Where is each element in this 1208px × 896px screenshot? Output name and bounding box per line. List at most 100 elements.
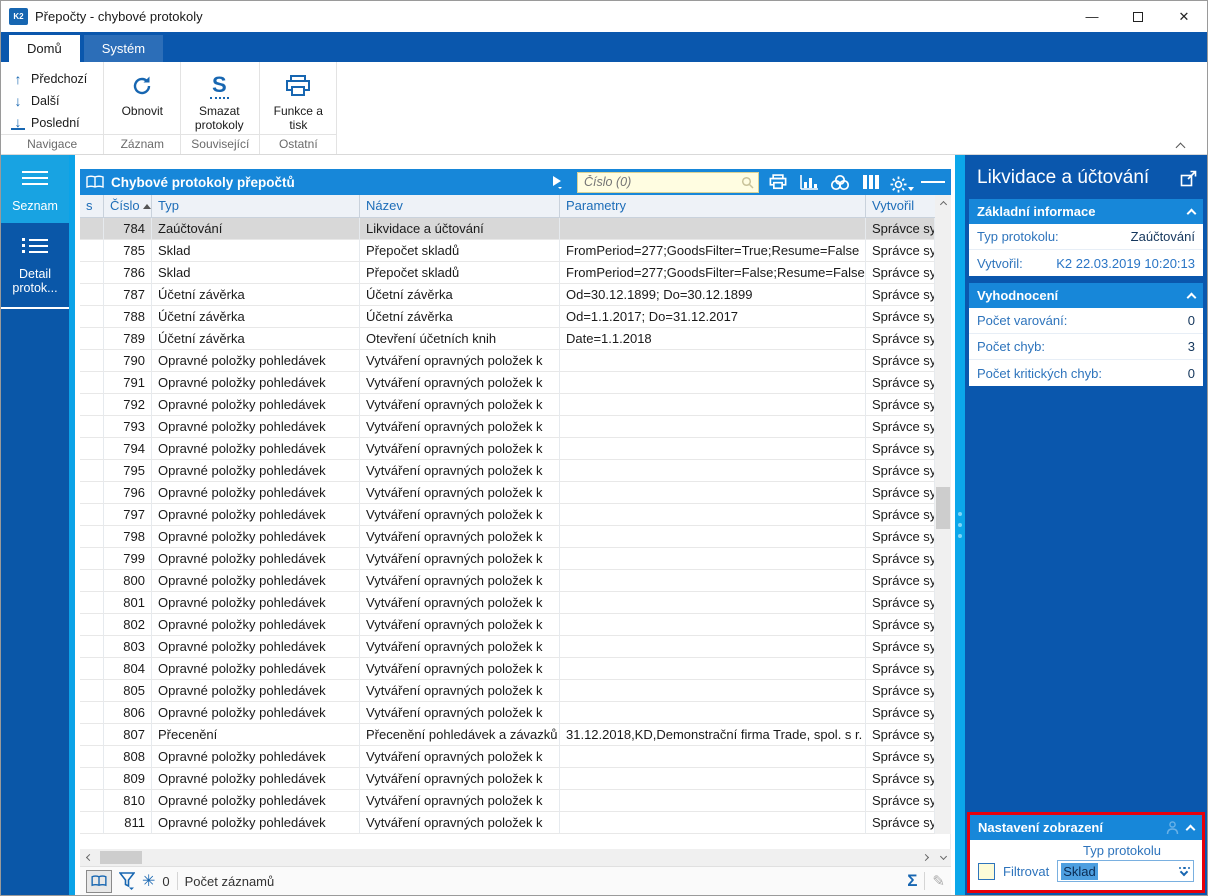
table-cell-vytvoril: Správce sy — [866, 306, 935, 328]
vertical-scroll-thumb[interactable] — [936, 487, 950, 529]
table-row[interactable]: 796 Opravné položky pohledávek Vytváření o… — [80, 482, 935, 504]
field-row: Typ protokolu: Zaúčtování — [969, 224, 1203, 250]
columns-icon[interactable] — [859, 171, 883, 193]
table-row[interactable]: 801 Opravné položky pohledávek Vytváření o… — [80, 592, 935, 614]
table-row[interactable]: 804 Opravné položky pohledávek Vytváření o… — [80, 658, 935, 680]
circles-icon[interactable] — [828, 171, 852, 193]
book-icon — [91, 875, 107, 887]
table-cell-parametry — [560, 680, 866, 702]
horizontal-scroll-thumb[interactable] — [100, 851, 142, 864]
column-header-vytvoril[interactable]: Vytvořil — [866, 195, 935, 217]
record-count-label[interactable]: Počet záznamů — [185, 874, 275, 889]
table-row[interactable]: 793 Opravné položky pohledávek Vytváření o… — [80, 416, 935, 438]
maximize-button[interactable] — [1115, 1, 1161, 32]
actions-play-icon[interactable] — [546, 171, 570, 193]
panel-splitter[interactable] — [955, 155, 965, 895]
table-row[interactable]: 790 Opravné položky pohledávek Vytváření o… — [80, 350, 935, 372]
close-button[interactable]: ✕ — [1161, 1, 1207, 32]
table-row[interactable]: 802 Opravné položky pohledávek Vytváření o… — [80, 614, 935, 636]
column-header-parametry[interactable]: Parametry — [560, 195, 866, 217]
table-cell-num: 802 — [104, 614, 152, 636]
table-row[interactable]: 809 Opravné položky pohledávek Vytváření o… — [80, 768, 935, 790]
table-cell-num: 785 — [104, 240, 152, 262]
table-row[interactable]: 789 Účetní závěrka Otevření účetních knih D… — [80, 328, 935, 350]
collapse-ribbon-button[interactable] — [1175, 138, 1189, 153]
print-icon[interactable] — [766, 171, 790, 193]
sidebar-item-detail[interactable]: Detail protok... — [1, 223, 69, 309]
vertical-scrollbar[interactable] — [935, 195, 951, 834]
filter-checkbox[interactable] — [978, 862, 995, 880]
section-evaluation-header[interactable]: Vyhodnocení — [969, 283, 1203, 308]
table-row[interactable]: 799 Opravné položky pohledávek Vytváření o… — [80, 548, 935, 570]
menu-icon[interactable] — [921, 171, 945, 193]
table-cell-vytvoril: Správce sy — [866, 746, 935, 768]
table-row[interactable]: 797 Opravné položky pohledávek Vytváření o… — [80, 504, 935, 526]
table-row[interactable]: 791 Opravné položky pohledávek Vytváření o… — [80, 372, 935, 394]
table-cell-num: 794 — [104, 438, 152, 460]
scroll-left-arrow[interactable] — [80, 853, 96, 862]
tab-domu[interactable]: Domů — [9, 35, 80, 62]
table-row[interactable]: 810 Opravné položky pohledávek Vytváření o… — [80, 790, 935, 812]
table-row[interactable]: 784 Zaúčtování Likvidace a účtování Správce… — [80, 218, 935, 240]
table-cell-nazev: Vytváření opravných položek k — [360, 570, 560, 592]
section-display-settings-header[interactable]: Nastavení zobrazení — [970, 815, 1202, 840]
column-header-cislo[interactable]: Číslo — [104, 195, 152, 217]
scroll-up-arrow[interactable] — [935, 195, 951, 211]
column-header-s[interactable]: s — [80, 195, 104, 217]
table-cell-s — [80, 350, 104, 372]
minimize-button[interactable]: — — [1069, 1, 1115, 32]
table-row[interactable]: 806 Opravné položky pohledávek Vytváření o… — [80, 702, 935, 724]
table-cell-s — [80, 240, 104, 262]
refresh-button[interactable]: Obnovit — [110, 66, 174, 118]
table-row[interactable]: 811 Opravné položky pohledávek Vytváření o… — [80, 812, 935, 834]
table-cell-parametry: Od=30.12.1899; Do=30.12.1899 — [560, 284, 866, 306]
search-input[interactable] — [584, 175, 741, 189]
table-row[interactable]: 788 Účetní závěrka Účetní závěrka Od=1.1.20… — [80, 306, 935, 328]
previous-button[interactable]: ↑ Předchozí — [7, 68, 97, 89]
table-row[interactable]: 792 Opravné položky pohledávek Vytváření o… — [80, 394, 935, 416]
delete-protocols-button[interactable]: S Smazat protokoly — [187, 66, 251, 133]
table-cell-parametry: FromPeriod=277;GoodsFilter=False;Resume=… — [560, 262, 866, 284]
table-row[interactable]: 803 Opravné položky pohledávek Vytváření o… — [80, 636, 935, 658]
section-basic-info-header[interactable]: Základní informace — [969, 199, 1203, 224]
table-row[interactable]: 798 Opravné položky pohledávek Vytváření o… — [80, 526, 935, 548]
tab-system[interactable]: Systém — [83, 35, 164, 62]
table-cell-typ: Opravné položky pohledávek — [152, 504, 360, 526]
column-header-nazev[interactable]: Název — [360, 195, 560, 217]
table-row[interactable]: 786 Sklad Přepočet skladů FromPeriod=277;Go… — [80, 262, 935, 284]
table-cell-vytvoril: Správce sy — [866, 768, 935, 790]
open-in-window-icon[interactable] — [1180, 170, 1197, 187]
sum-icon[interactable]: Σ — [907, 871, 917, 891]
last-button[interactable]: ↓ Poslední — [7, 112, 97, 133]
table-row[interactable]: 795 Opravné položky pohledávek Vytváření o… — [80, 460, 935, 482]
table-cell-typ: Účetní závěrka — [152, 284, 360, 306]
table-cell-parametry — [560, 460, 866, 482]
table-row[interactable]: 787 Účetní závěrka Účetní závěrka Od=30.12.… — [80, 284, 935, 306]
app-window: K2 Přepočty - chybové protokoly — ✕ Domů… — [0, 0, 1208, 896]
scroll-right-arrow[interactable] — [919, 853, 935, 862]
table-row[interactable]: 785 Sklad Přepočet skladů FromPeriod=277;Go… — [80, 240, 935, 262]
sidebar-item-seznam[interactable]: Seznam — [1, 155, 69, 223]
protocol-type-combobox[interactable]: Sklad — [1057, 860, 1194, 882]
snowflake-icon[interactable]: ✳ — [142, 871, 155, 891]
table-cell-num: 788 — [104, 306, 152, 328]
chart-icon[interactable] — [797, 171, 821, 193]
filter-button[interactable] — [119, 872, 135, 890]
column-header-typ[interactable]: Typ — [152, 195, 360, 217]
table-row[interactable]: 805 Opravné položky pohledávek Vytváření o… — [80, 680, 935, 702]
horizontal-scrollbar[interactable] — [80, 849, 951, 866]
table-row[interactable]: 800 Opravné položky pohledávek Vytváření o… — [80, 570, 935, 592]
combobox-dropdown-icon[interactable] — [1178, 866, 1190, 877]
table-row[interactable]: 807 Přecenění Přecenění pohledávek a závaz… — [80, 724, 935, 746]
divider — [176, 872, 178, 890]
table-cell-parametry — [560, 218, 866, 240]
next-button[interactable]: ↓ Další — [7, 90, 97, 111]
settings-gear-icon[interactable] — [890, 171, 914, 193]
table-row[interactable]: 794 Opravné položky pohledávek Vytváření o… — [80, 438, 935, 460]
scroll-down-arrow[interactable] — [935, 852, 951, 862]
field-row: Počet varování: 0 — [969, 308, 1203, 334]
book-view-button[interactable] — [86, 869, 112, 893]
functions-print-button[interactable]: Funkce a tisk — [266, 66, 330, 132]
panel-title: Likvidace a účtování — [977, 167, 1150, 188]
table-row[interactable]: 808 Opravné položky pohledávek Vytváření o… — [80, 746, 935, 768]
